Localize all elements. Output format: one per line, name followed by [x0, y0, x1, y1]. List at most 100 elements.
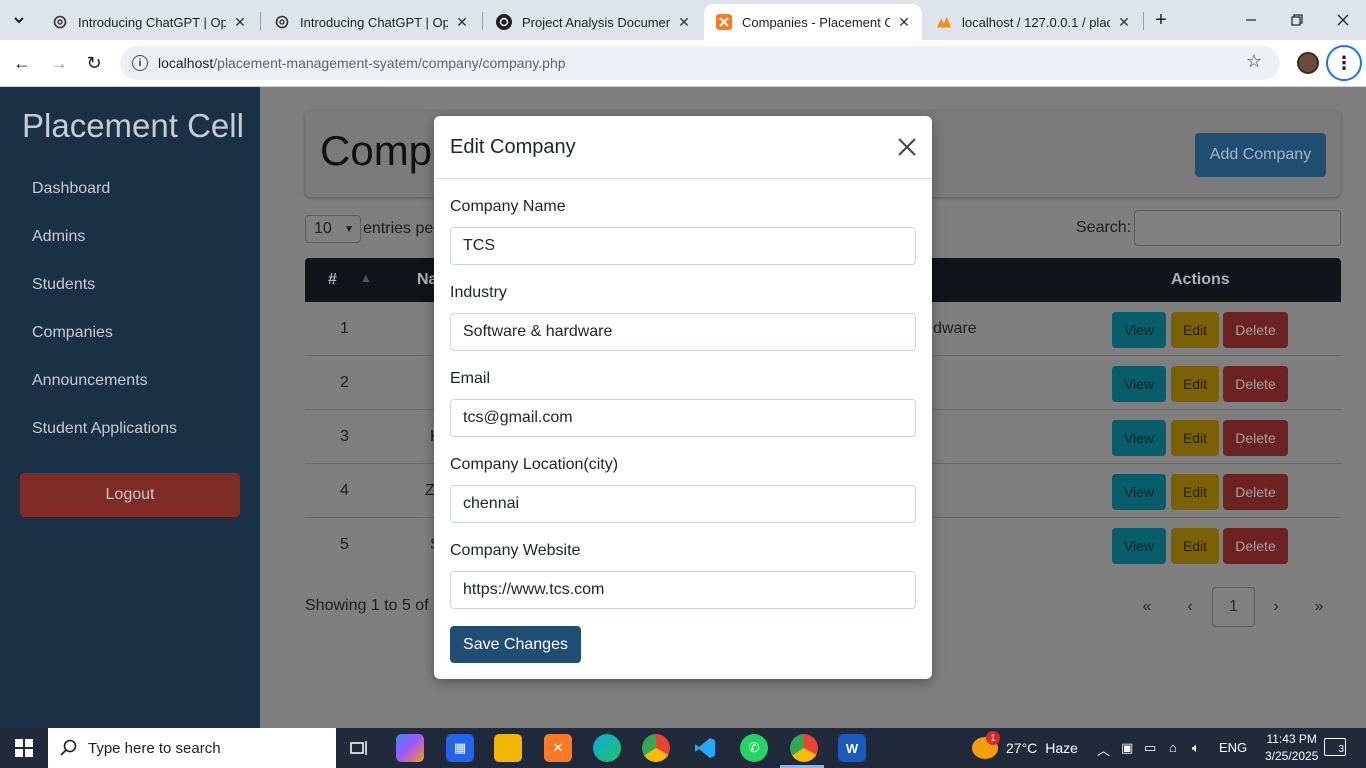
browser-menu-button[interactable]: ⋮ — [1326, 45, 1362, 81]
back-button[interactable]: ← — [7, 48, 37, 78]
vscode-icon[interactable] — [691, 734, 719, 762]
view-button[interactable]: View — [1112, 366, 1166, 402]
website-input[interactable] — [450, 571, 916, 609]
browser-tab-3[interactable]: Project Analysis Documentat ✕ — [484, 4, 702, 40]
whatsapp-icon[interactable]: ✆ — [740, 734, 768, 762]
edit-button[interactable]: Edit — [1171, 312, 1219, 348]
sidebar-item-student-applications[interactable]: Student Applications — [32, 420, 177, 438]
close-tab-icon[interactable]: ✕ — [232, 14, 248, 30]
arrow-right-icon: → — [50, 52, 68, 73]
close-tab-icon[interactable]: ✕ — [454, 14, 470, 30]
location-input[interactable] — [450, 485, 916, 523]
minimize-icon — [1246, 19, 1256, 21]
bookmark-star-icon[interactable]: ☆ — [1246, 51, 1262, 72]
volume-icon[interactable]: 🔈︎ — [1192, 740, 1200, 756]
save-changes-button[interactable]: Save Changes — [450, 626, 581, 663]
phpmyadmin-icon — [936, 14, 952, 30]
reload-button[interactable]: ↻ — [79, 48, 109, 78]
browser-tab-active[interactable]: Companies - Placement Cell ✕ — [704, 4, 922, 40]
pagination-last[interactable]: » — [1305, 587, 1333, 627]
view-button[interactable]: View — [1112, 312, 1166, 348]
view-button[interactable]: View — [1112, 528, 1166, 564]
sidebar-item-companies[interactable]: Companies — [32, 324, 113, 342]
url-path: /placement-management-syatem/company/com… — [213, 55, 566, 71]
chrome-profile-icon[interactable] — [790, 734, 818, 762]
openai-icon — [274, 14, 290, 30]
language-indicator[interactable]: ENG — [1219, 740, 1247, 755]
logout-button[interactable]: Logout — [20, 473, 240, 517]
start-button[interactable] — [0, 728, 48, 768]
add-company-button[interactable]: Add Company — [1195, 133, 1326, 177]
email-input[interactable] — [450, 399, 916, 437]
pagination-first[interactable]: « — [1133, 587, 1161, 627]
edit-company-modal: Edit Company Company Name Industry Email… — [434, 116, 932, 679]
store-icon[interactable]: ▦ — [446, 734, 474, 762]
file-explorer-icon[interactable] — [494, 734, 522, 762]
delete-button[interactable]: Delete — [1223, 528, 1288, 564]
column-header-num[interactable]: # — [328, 271, 337, 289]
network-icon[interactable]: ⌂ — [1169, 740, 1177, 755]
delete-button[interactable]: Delete — [1223, 420, 1288, 456]
chrome-icon[interactable] — [642, 734, 670, 762]
pagination-prev[interactable]: ‹ — [1176, 587, 1204, 627]
sidebar-item-students[interactable]: Students — [32, 276, 95, 294]
edit-button[interactable]: Edit — [1171, 420, 1219, 456]
tab-search-button[interactable] — [6, 8, 32, 32]
task-view-icon[interactable] — [346, 734, 374, 762]
edit-button[interactable]: Edit — [1171, 474, 1219, 510]
company-name-input[interactable] — [450, 227, 916, 265]
chevron-up-icon[interactable]: ︿ — [1097, 740, 1110, 759]
table-search-input[interactable] — [1134, 210, 1341, 246]
weather-icon: 1 — [972, 731, 1000, 759]
browser-tab-2[interactable]: Introducing ChatGPT | Open ✕ — [262, 4, 480, 40]
view-button[interactable]: View — [1112, 420, 1166, 456]
sidebar-item-dashboard[interactable]: Dashboard — [32, 180, 110, 198]
copilot-icon[interactable] — [396, 734, 424, 762]
xampp-icon[interactable]: ✕ — [544, 734, 572, 762]
taskbar-search[interactable]: Type here to search — [48, 728, 336, 768]
close-tab-icon[interactable]: ✕ — [676, 14, 692, 30]
tab-separator — [1143, 12, 1144, 30]
close-window-button[interactable] — [1320, 0, 1366, 40]
restore-button[interactable] — [1274, 0, 1320, 40]
tab-title: Project Analysis Documentat — [522, 14, 670, 30]
sidebar-item-admins[interactable]: Admins — [32, 228, 85, 246]
address-bar[interactable]: i localhost/placement-management-syatem/… — [120, 46, 1280, 80]
site-info-icon[interactable]: i — [132, 55, 148, 71]
close-icon[interactable] — [896, 136, 918, 158]
pagination-page-1[interactable]: 1 — [1212, 587, 1255, 627]
minimize-button[interactable] — [1228, 0, 1274, 40]
entries-select[interactable]: 10 ▼ — [305, 215, 361, 243]
forward-button[interactable]: → — [44, 48, 74, 78]
delete-button[interactable]: Delete — [1223, 474, 1288, 510]
weather-widget[interactable]: 1 27°C Haze — [972, 728, 1078, 768]
battery-icon[interactable]: ▭ — [1144, 740, 1156, 756]
edit-button[interactable]: Edit — [1171, 366, 1219, 402]
clock[interactable]: 11:43 PM 3/25/2025 — [1265, 731, 1318, 765]
browser-tab-1[interactable]: Introducing ChatGPT | Open ✕ — [40, 4, 258, 40]
industry-input[interactable] — [450, 313, 916, 351]
delete-button[interactable]: Delete — [1223, 312, 1288, 348]
sidebar-item-announcements[interactable]: Announcements — [32, 372, 148, 390]
chevron-down-icon — [14, 17, 24, 24]
view-button[interactable]: View — [1112, 474, 1166, 510]
delete-button[interactable]: Delete — [1223, 366, 1288, 402]
weather-desc: Haze — [1045, 740, 1078, 756]
notification-center-button[interactable]: 3 — [1324, 738, 1346, 756]
meet-now-icon[interactable]: ▣ — [1121, 740, 1133, 756]
close-tab-icon[interactable]: ✕ — [1116, 14, 1132, 30]
edit-button[interactable]: Edit — [1171, 528, 1219, 564]
sidebar: Placement Cell Dashboard Admins Students… — [0, 87, 260, 728]
sort-icon[interactable]: ▲ — [360, 271, 372, 285]
new-tab-button[interactable]: + — [1148, 8, 1174, 32]
row-num: 4 — [340, 482, 349, 499]
weather-badge: 1 — [986, 731, 1000, 745]
profile-avatar[interactable] — [1297, 52, 1319, 74]
edge-icon[interactable] — [593, 734, 621, 762]
openai-icon — [496, 14, 512, 30]
close-tab-icon[interactable]: ✕ — [896, 14, 912, 30]
pagination-next[interactable]: › — [1262, 587, 1290, 627]
browser-tab-5[interactable]: localhost / 127.0.0.1 / placem ✕ — [924, 4, 1142, 40]
clock-date: 3/25/2025 — [1265, 749, 1319, 763]
word-icon[interactable]: W — [838, 734, 866, 762]
